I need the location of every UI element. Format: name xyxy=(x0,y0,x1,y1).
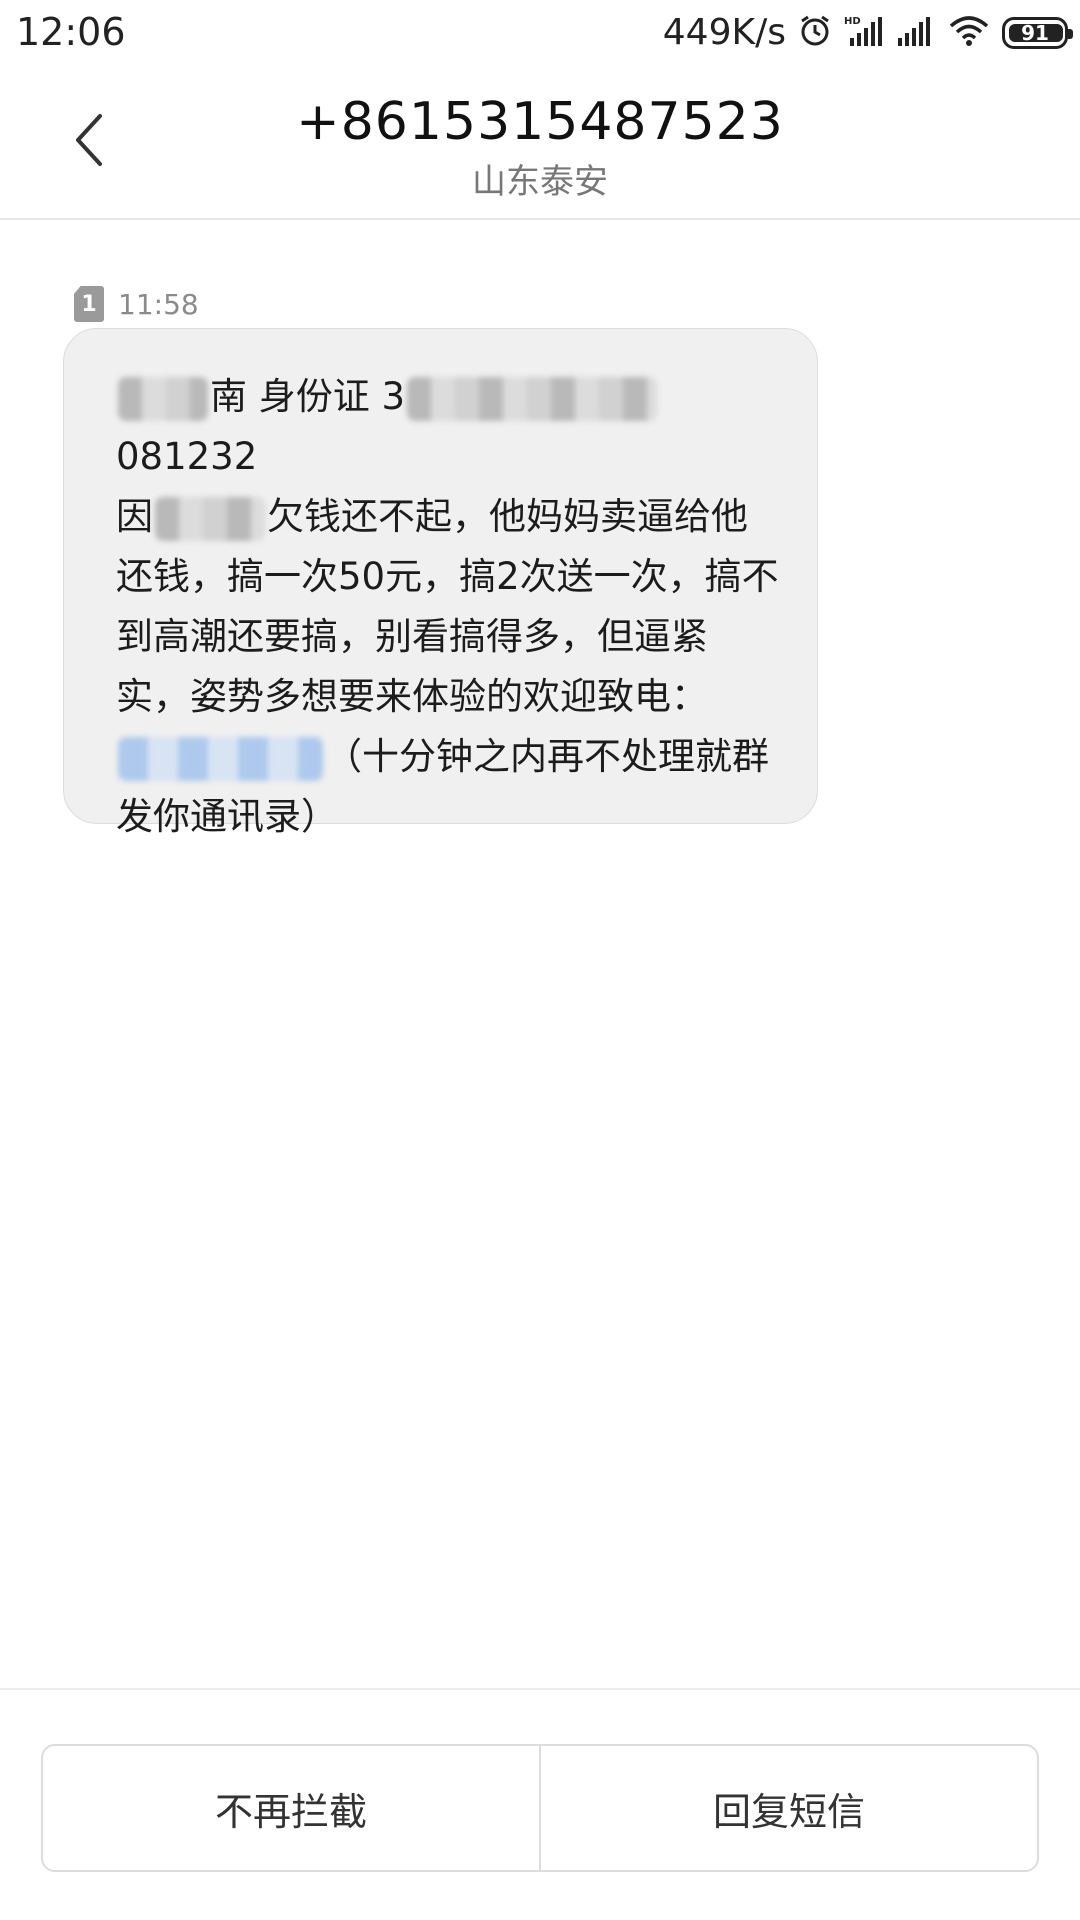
redacted-phone-link[interactable] xyxy=(118,736,323,781)
network-speed: 449K/s xyxy=(662,12,786,53)
status-bar: 12:06 449K/s HD 91 xyxy=(0,0,1080,70)
wifi-icon xyxy=(948,14,990,52)
contact-number: +8615315487523 xyxy=(296,92,784,152)
redacted-area xyxy=(407,376,658,421)
bottom-divider xyxy=(0,1688,1080,1690)
redacted-area xyxy=(155,496,265,541)
message-text: 南 身份证 3081232 因欠钱还不起，他妈妈卖逼给他还钱，搞一次50元，搞2… xyxy=(116,375,779,838)
message-meta: 1 11:58 xyxy=(74,286,199,322)
conversation-header: +8615315487523 山东泰安 xyxy=(0,70,1080,220)
battery-icon: 91 xyxy=(1002,16,1073,49)
redacted-area xyxy=(118,376,208,421)
message-time: 11:58 xyxy=(118,287,199,321)
svg-text:HD: HD xyxy=(844,16,861,27)
message-text-part: 身份证 3 xyxy=(258,375,406,418)
status-time: 12:06 xyxy=(16,10,126,54)
reply-button[interactable]: 回复短信 xyxy=(541,1746,1037,1870)
hd-signal-icon: HD xyxy=(844,14,884,52)
status-icons: 449K/s HD 91 xyxy=(662,12,1073,53)
message-bubble[interactable]: 南 身份证 3081232 因欠钱还不起，他妈妈卖逼给他还钱，搞一次50元，搞2… xyxy=(63,328,818,838)
contact-location: 山东泰安 xyxy=(472,162,608,202)
battery-level: 91 xyxy=(1021,20,1049,45)
alarm-icon xyxy=(798,14,832,52)
action-bar: 不再拦截 回复短信 xyxy=(41,1744,1039,1872)
signal-icon xyxy=(896,14,936,52)
unblock-button[interactable]: 不再拦截 xyxy=(43,1746,539,1870)
sim-card-icon: 1 xyxy=(74,286,104,322)
